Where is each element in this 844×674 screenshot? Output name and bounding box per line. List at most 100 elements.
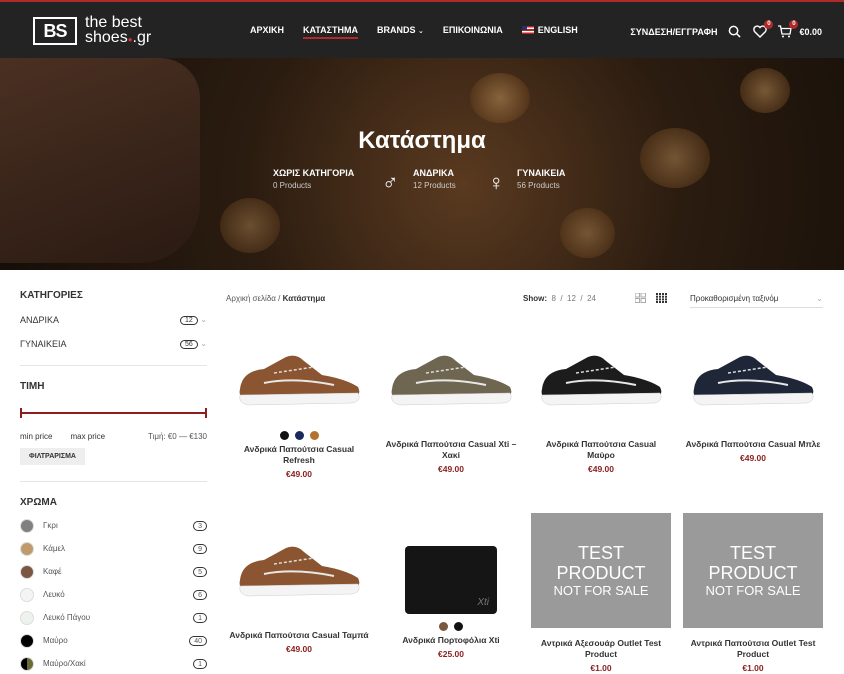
male-symbol-icon: ♂	[382, 170, 399, 195]
hero-category-uncategorized[interactable]: ΧΩΡΙΣ ΚΑΤΗΓΟΡΙΑ 0 Products	[273, 168, 354, 190]
cart-icon[interactable]: 0	[778, 20, 799, 39]
breadcrumb-home[interactable]: Αρχική σελίδα	[226, 294, 276, 303]
color-count: 1	[193, 612, 207, 623]
color-label: Λευκό Πάγου	[43, 613, 91, 622]
nav-home[interactable]: ΑΡΧΙΚΗ	[250, 25, 284, 39]
color-label: Μαύρο	[43, 636, 68, 645]
product-price: €49.00	[438, 464, 464, 474]
filter-button[interactable]: ΦΙΛΤΡΑΡΙΣΜΑ	[20, 448, 85, 465]
product-image[interactable]: TEST PRODUCT NOT FOR SALE	[531, 513, 671, 628]
grid-2-icon[interactable]	[635, 293, 646, 303]
product-price: €49.00	[286, 469, 312, 479]
nav-brands[interactable]: BRANDS ⌄	[377, 25, 424, 39]
show-24[interactable]: 24	[587, 294, 596, 303]
product-name[interactable]: Ανδρικά Παπούτσια Casual Ταμπά	[229, 630, 369, 641]
color-label: Λευκό	[43, 590, 65, 599]
product-card[interactable]: Xti Ανδρικά Πορτοφόλια Xti €25.00	[381, 513, 521, 659]
product-image[interactable]: TEST PRODUCT NOT FOR SALE	[683, 513, 823, 628]
color-swatch	[20, 633, 34, 648]
product-card[interactable]: TEST PRODUCT NOT FOR SALE Αντρικά Παπούτσια…	[683, 513, 823, 673]
show-12[interactable]: 12	[567, 294, 576, 303]
slider-handle-max[interactable]	[205, 408, 207, 418]
logo-suffix: .gr	[132, 29, 152, 46]
color-count: 3	[193, 520, 207, 531]
max-price-label[interactable]: max price	[70, 432, 105, 441]
min-price-label[interactable]: min price	[20, 432, 52, 441]
product-image[interactable]	[683, 322, 823, 437]
product-image[interactable]	[229, 513, 369, 628]
color-filter-item[interactable]: Μαύρο 40	[20, 633, 207, 648]
product-name[interactable]: Αντρικά Αξεσουάρ Outlet Test Product	[531, 638, 671, 660]
per-page-selector: Show: 8 / 12 / 24	[523, 294, 596, 303]
product-name[interactable]: Ανδρικά Πορτοφόλια Xti	[381, 635, 521, 646]
color-swatch	[20, 610, 34, 625]
color-filter-item[interactable]: Λευκό Πάγου 1	[20, 610, 207, 625]
logo-line1: the best	[85, 14, 142, 31]
wishlist-icon[interactable]: 0	[753, 20, 774, 39]
price-slider[interactable]	[20, 408, 207, 418]
breadcrumb-current: Κατάστημα	[282, 294, 326, 303]
sidebar-category-women[interactable]: ΓΥΝΑΙΚΕΙΑ 56 ⌄	[20, 338, 207, 349]
color-title: ΧΡΩΜΑ	[20, 497, 57, 508]
nav-contact[interactable]: ΕΠΙΚΟΙΝΩΝΙΑ	[443, 25, 503, 39]
color-label: Μαύρο/Χακί	[43, 659, 86, 668]
wallet-image: Xti	[405, 545, 497, 614]
product-card[interactable]: Ανδρικά Παπούτσια Casual Μπλε €49.00	[683, 322, 823, 463]
product-card[interactable]: Ανδρικά Παπούτσια Casual Ταμπά €49.00	[229, 513, 369, 654]
hero-category-women[interactable]: ΓΥΝΑΙΚΕΙΑ 56 Products	[517, 168, 565, 190]
product-card[interactable]: Ανδρικά Παπούτσια Casual Μαύρο €49.00	[531, 322, 671, 474]
hero-category-men[interactable]: ΑΝΔΡΙΚΑ 12 Products	[413, 168, 456, 190]
color-filter-item[interactable]: Μαύρο/Χακί 1	[20, 656, 207, 671]
product-name[interactable]: Ανδρικά Παπούτσια Casual Refresh	[229, 444, 369, 466]
color-swatch	[20, 518, 34, 533]
chevron-down-icon: ⌄	[816, 294, 823, 303]
color-filter-item[interactable]: Καφέ 5	[20, 564, 207, 579]
grid-4-icon[interactable]	[656, 293, 667, 303]
slider-handle-min[interactable]	[20, 408, 22, 418]
sidebar-category-men[interactable]: ΑΝΔΡΙΚΑ 12 ⌄	[20, 314, 207, 325]
product-image[interactable]	[229, 322, 369, 437]
site-logo[interactable]: BS the best shoes●.gr	[33, 15, 151, 47]
product-price: €49.00	[740, 453, 766, 463]
product-name[interactable]: Αντρικά Παπούτσια Outlet Test Product	[683, 638, 823, 660]
color-count: 5	[193, 566, 207, 577]
chevron-down-icon[interactable]: ⌄	[200, 339, 207, 348]
product-price: €1.00	[590, 663, 612, 673]
nav-shop[interactable]: ΚΑΤΑΣΤΗΜΑ	[303, 25, 358, 39]
product-price: €25.00	[438, 649, 464, 659]
color-filter-item[interactable]: Λευκό 6	[20, 587, 207, 602]
product-card[interactable]: TEST PRODUCT NOT FOR SALE Αντρικά Αξεσουάρ …	[531, 513, 671, 673]
sidebar: ΚΑΤΗΓΟΡΙΕΣ ΑΝΔΡΙΚΑ 12 ⌄ ΓΥΝΑΙΚΕΙΑ 56 ⌄ ΤΙΜ…	[20, 290, 207, 671]
search-icon[interactable]	[728, 25, 742, 39]
color-filter-item[interactable]: Κάμελ 9	[20, 541, 207, 556]
color-label: Γκρι	[43, 521, 58, 530]
product-image[interactable]	[531, 322, 671, 437]
sort-select[interactable]: Προκαθορισμένη ταξινόμ ⌄	[690, 294, 823, 308]
color-label: Καφέ	[43, 567, 62, 576]
product-card[interactable]: Ανδρικά Παπούτσια Casual Xti – Χακί €49.0…	[381, 322, 521, 474]
login-link[interactable]: ΣΥΝΔΕΣΗ/ΕΓΓΡΑΦΗ	[630, 27, 717, 37]
chevron-down-icon: ⌄	[418, 28, 424, 35]
breadcrumb: Αρχική σελίδα / Κατάστημα	[226, 294, 326, 303]
color-count: 9	[193, 543, 207, 554]
chevron-down-icon[interactable]: ⌄	[200, 315, 207, 324]
nav-language[interactable]: ENGLISH	[521, 25, 578, 39]
product-card[interactable]: Ανδρικά Παπούτσια Casual Refresh €49.00	[229, 322, 369, 479]
cart-total[interactable]: €0.00	[799, 27, 822, 37]
color-count: 40	[189, 635, 207, 646]
categories-title: ΚΑΤΗΓΟΡΙΕΣ	[20, 290, 83, 301]
color-count: 1	[193, 658, 207, 669]
price-range-text: Τιμή: €0 — €130	[147, 432, 207, 441]
color-swatch	[20, 564, 34, 579]
show-8[interactable]: 8	[551, 294, 555, 303]
us-flag-icon	[521, 26, 534, 34]
product-image[interactable]	[381, 322, 521, 437]
product-name[interactable]: Ανδρικά Παπούτσια Casual Μπλε	[683, 439, 823, 450]
product-image[interactable]: Xti	[381, 513, 521, 628]
cart-count: 0	[789, 20, 799, 29]
hero-banner: Κατάστημα ΧΩΡΙΣ ΚΑΤΗΓΟΡΙΑ 0 Products ♂ ΑΝ…	[0, 58, 844, 270]
header-actions: ΣΥΝΔΕΣΗ/ΕΓΓΡΑΦΗ 0 0 €0.00	[630, 20, 822, 39]
product-name[interactable]: Ανδρικά Παπούτσια Casual Μαύρο	[531, 439, 671, 461]
product-name[interactable]: Ανδρικά Παπούτσια Casual Xti – Χακί	[381, 439, 521, 461]
color-filter-item[interactable]: Γκρι 3	[20, 518, 207, 533]
